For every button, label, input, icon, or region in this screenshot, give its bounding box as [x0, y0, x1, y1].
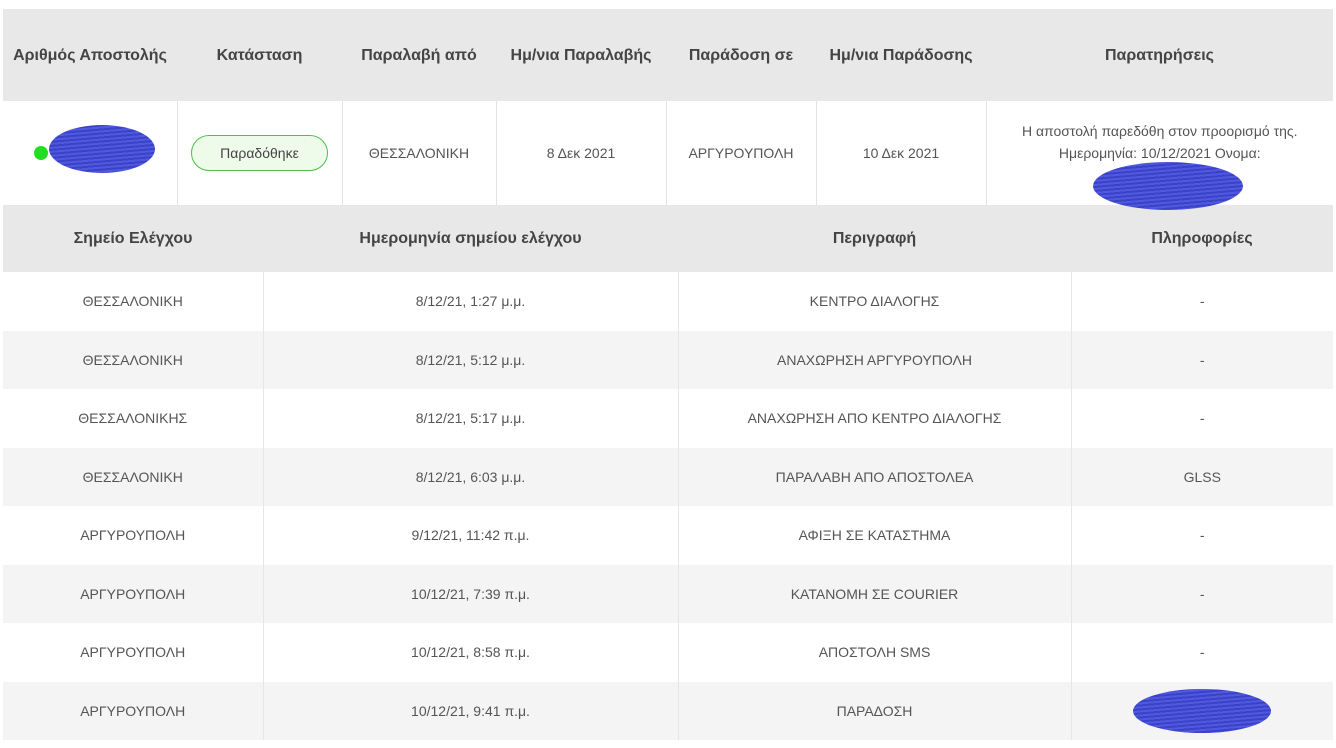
info-cell: - [1071, 330, 1333, 389]
delivery-to-cell: ΑΡΓΥΡΟΥΠΟΛΗ [666, 101, 817, 205]
header-info: Πληροφορίες [1071, 205, 1333, 272]
description-cell: ΚΑΤΑΝΟΜΗ ΣΕ COURIER [678, 564, 1072, 623]
checkpoint-cell: ΑΡΓΥΡΟΥΠΟΛΗ [3, 564, 264, 623]
checkpoint-date-cell: 9/12/21, 11:42 π.μ. [263, 506, 679, 565]
description-cell: ΑΝΑΧΩΡΗΣΗ ΑΡΓΥΡΟΥΠΟΛΗ [678, 330, 1072, 389]
checkpoint-date-cell: 10/12/21, 7:39 π.μ. [263, 564, 679, 623]
summary-row: Παραδόθηκε ΘΕΣΣΑΛΟΝΙΚΗ 8 Δεκ 2021 ΑΡΓΥΡΟ… [3, 101, 1333, 210]
header-pickup-date: Ημ/νια Παραλαβής [496, 9, 666, 101]
notes-text: Η αποστολή παρεδόθη στον προορισμό της. … [993, 120, 1328, 210]
header-status: Κατάσταση [177, 9, 342, 101]
notes-line-1: Η αποστολή παρεδόθη στον προορισμό της. [1021, 123, 1298, 139]
shipment-summary-table: Αριθμός Αποστολής Κατάσταση Παραλαβή από… [3, 9, 1333, 210]
pickup-from-cell: ΘΕΣΣΑΛΟΝΙΚΗ [342, 101, 497, 205]
summary-header-row: Αριθμός Αποστολής Κατάσταση Παραλαβή από… [3, 9, 1333, 101]
table-row: ΘΕΣΣΑΛΟΝΙΚΗ 8/12/21, 6:03 μ.μ. ΠΑΡΑΛΑΒΗ … [3, 447, 1333, 506]
checkpoint-cell: ΑΡΓΥΡΟΥΠΟΛΗ [3, 623, 264, 682]
checkpoint-cell: ΑΡΓΥΡΟΥΠΟΛΗ [3, 681, 264, 740]
checkpoint-date-cell: 8/12/21, 1:27 μ.μ. [263, 272, 679, 331]
checkpoint-date-cell: 8/12/21, 6:03 μ.μ. [263, 447, 679, 506]
checkpoint-cell: ΘΕΣΣΑΛΟΝΙΚΗ [3, 272, 264, 331]
pickup-date-cell: 8 Δεκ 2021 [496, 101, 667, 205]
checkpoint-date-cell: 8/12/21, 5:17 μ.μ. [263, 389, 679, 448]
checkpoint-date-cell: 10/12/21, 8:58 π.μ. [263, 623, 679, 682]
checkpoint-date-cell: 8/12/21, 5:12 μ.μ. [263, 330, 679, 389]
checkpoint-cell: ΘΕΣΣΑΛΟΝΙΚΗ [3, 447, 264, 506]
status-dot-icon [34, 146, 48, 160]
info-cell: - [1071, 506, 1333, 565]
status-cell: Παραδόθηκε [177, 101, 343, 205]
description-cell: ΚΕΝΤΡΟ ΔΙΑΛΟΓΗΣ [678, 272, 1072, 331]
tracking-header-row: Σημείο Ελέγχου Ημερομηνία σημείου ελέγχο… [3, 205, 1333, 272]
header-description: Περιγραφή [678, 205, 1071, 272]
checkpoint-cell: ΑΡΓΥΡΟΥΠΟΛΗ [3, 506, 264, 565]
header-delivery-to: Παράδοση σε [666, 9, 816, 101]
info-cell: - [1071, 389, 1333, 448]
header-checkpoint-date: Ημερομηνία σημείου ελέγχου [263, 205, 678, 272]
delivery-date-cell: 10 Δεκ 2021 [816, 101, 987, 205]
info-cell: GLSS [1071, 447, 1333, 506]
description-cell: ΑΠΟΣΤΟΛΗ SMS [678, 623, 1072, 682]
header-tracking-number: Αριθμός Αποστολής [3, 9, 177, 101]
tracking-number-cell [3, 101, 178, 205]
redacted-recipient-name [1092, 162, 1243, 210]
tracking-history-table: Σημείο Ελέγχου Ημερομηνία σημείου ελέγχο… [3, 205, 1333, 740]
table-row: ΑΡΓΥΡΟΥΠΟΛΗ 10/12/21, 9:41 π.μ. ΠΑΡΑΔΟΣΗ [3, 681, 1333, 740]
header-notes: Παρατηρήσεις [986, 9, 1333, 101]
checkpoint-cell: ΘΕΣΣΑΛΟΝΙΚΗ [3, 330, 264, 389]
redacted-tracking-number [49, 125, 155, 173]
checkpoint-cell: ΘΕΣΣΑΛΟΝΙΚΗΣ [3, 389, 264, 448]
header-delivery-date: Ημ/νια Παράδοσης [816, 9, 986, 101]
redacted-info [1133, 688, 1272, 733]
notes-line-2: Ημερομηνία: 10/12/2021 Ονομα: [1058, 145, 1261, 161]
info-cell: - [1071, 564, 1333, 623]
notes-cell: Η αποστολή παρεδόθη στον προορισμό της. … [986, 101, 1333, 210]
info-cell: - [1071, 272, 1333, 331]
table-row: ΘΕΣΣΑΛΟΝΙΚΗΣ 8/12/21, 5:17 μ.μ. ΑΝΑΧΩΡΗΣ… [3, 389, 1333, 448]
description-cell: ΠΑΡΑΛΑΒΗ ΑΠΟ ΑΠΟΣΤΟΛΕΑ [678, 447, 1072, 506]
header-checkpoint: Σημείο Ελέγχου [3, 205, 263, 272]
info-cell [1071, 681, 1333, 740]
table-row: ΘΕΣΣΑΛΟΝΙΚΗ 8/12/21, 5:12 μ.μ. ΑΝΑΧΩΡΗΣΗ… [3, 330, 1333, 389]
info-cell: - [1071, 623, 1333, 682]
description-cell: ΠΑΡΑΔΟΣΗ [678, 681, 1072, 740]
table-row: ΑΡΓΥΡΟΥΠΟΛΗ 10/12/21, 7:39 π.μ. ΚΑΤΑΝΟΜΗ… [3, 564, 1333, 623]
table-row: ΘΕΣΣΑΛΟΝΙΚΗ 8/12/21, 1:27 μ.μ. ΚΕΝΤΡΟ ΔΙ… [3, 272, 1333, 331]
table-row: ΑΡΓΥΡΟΥΠΟΛΗ 10/12/21, 8:58 π.μ. ΑΠΟΣΤΟΛΗ… [3, 623, 1333, 682]
description-cell: ΑΦΙΞΗ ΣΕ ΚΑΤΑΣΤΗΜΑ [678, 506, 1072, 565]
description-cell: ΑΝΑΧΩΡΗΣΗ ΑΠΟ ΚΕΝΤΡΟ ΔΙΑΛΟΓΗΣ [678, 389, 1072, 448]
checkpoint-date-cell: 10/12/21, 9:41 π.μ. [263, 681, 679, 740]
header-pickup-from: Παραλαβή από [342, 9, 496, 101]
status-badge: Παραδόθηκε [191, 135, 328, 171]
table-row: ΑΡΓΥΡΟΥΠΟΛΗ 9/12/21, 11:42 π.μ. ΑΦΙΞΗ ΣΕ… [3, 506, 1333, 565]
